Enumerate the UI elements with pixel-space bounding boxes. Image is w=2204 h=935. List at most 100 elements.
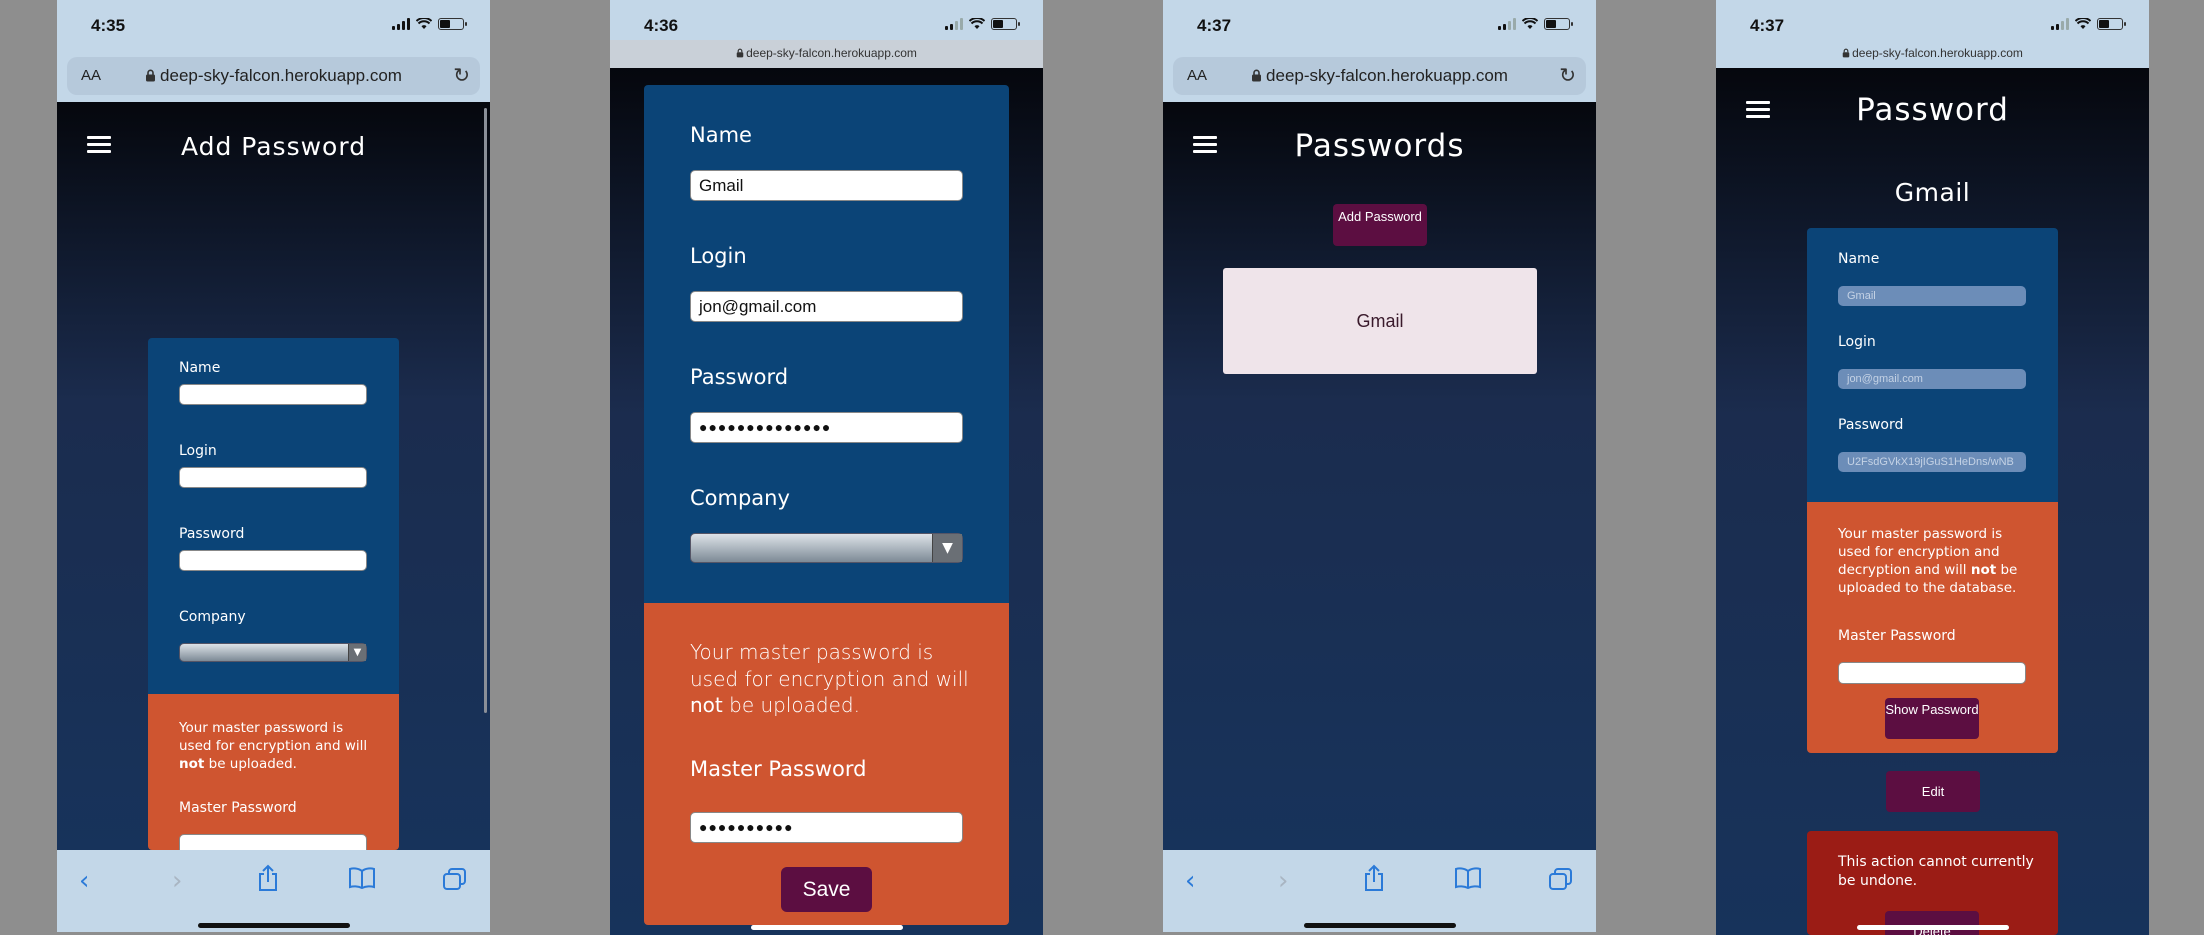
tabs-icon[interactable] — [442, 867, 467, 891]
login-label: Login — [179, 443, 217, 459]
app-view: Name Gmail Login jon@gmail.com Password … — [610, 68, 1043, 935]
app-view: Password Gmail Name Gmail Login jon@gmai… — [1716, 68, 2149, 935]
password-input[interactable]: ●●●●●●●●●●●●●● — [690, 412, 963, 443]
share-icon[interactable] — [257, 864, 279, 892]
master-password-label: Master Password — [179, 800, 297, 816]
reload-icon[interactable]: ↻ — [1559, 63, 1576, 88]
battery-icon — [1544, 18, 1573, 30]
browser-toolbar: ‹ › — [57, 850, 490, 932]
password-input[interactable]: U2FsdGVkX19jIGuS1HeDns/wNB — [1838, 452, 2026, 472]
phone-screen-password-detail: 4:37 deep-sky-falcon.herokuapp.com Passw… — [1716, 0, 2149, 935]
name-input[interactable] — [179, 384, 367, 405]
edit-button[interactable]: Edit — [1886, 771, 1980, 812]
password-label: Password — [179, 526, 245, 542]
status-time: 4:37 — [1750, 16, 1785, 35]
page-title: Add Password — [180, 132, 367, 161]
share-icon[interactable] — [1363, 864, 1385, 892]
home-indicator — [197, 923, 350, 928]
scroll-indicator — [484, 108, 487, 713]
url-label: deep-sky-falcon.herokuapp.com — [1266, 66, 1508, 85]
name-input[interactable]: Gmail — [690, 170, 963, 201]
master-password-input[interactable] — [1838, 662, 2026, 684]
forward-icon[interactable]: › — [172, 866, 182, 896]
bookmarks-icon[interactable] — [348, 867, 376, 889]
status-time: 4:37 — [1197, 16, 1232, 35]
phone-screen-add-password-filled: 4:36 deep-sky-falcon.herokuapp.com Name … — [610, 0, 1043, 935]
page-title: Passwords — [1294, 128, 1465, 164]
cellular-signal-icon — [1498, 18, 1516, 30]
master-password-label: Master Password — [690, 757, 867, 781]
password-detail-card: Name Gmail Login jon@gmail.com Password … — [1807, 228, 2058, 753]
master-password-label: Master Password — [1838, 628, 1956, 644]
save-button[interactable]: Save — [781, 867, 872, 912]
master-password-note: Your master password is used for encrypt… — [179, 720, 368, 772]
url-label: deep-sky-falcon.herokuapp.com — [1852, 46, 2023, 60]
delete-button[interactable]: Delete — [1885, 911, 1979, 935]
status-bar: 4:37 — [1163, 0, 1596, 52]
name-label: Name — [690, 123, 752, 147]
status-bar: 4:35 — [57, 0, 490, 52]
danger-zone: This action cannot currently be undone. … — [1807, 831, 2058, 935]
add-password-form: Name Login Password Company ▼ Your maste… — [148, 338, 399, 850]
lock-icon — [146, 69, 156, 82]
add-password-button[interactable]: Add Password — [1333, 204, 1427, 246]
company-label: Company — [179, 609, 246, 625]
password-label: Password — [1838, 417, 1904, 433]
status-time: 4:36 — [644, 16, 679, 35]
master-password-note: Your master password is used for encrypt… — [690, 640, 969, 718]
battery-icon — [991, 18, 1020, 30]
address-bar-compact[interactable]: deep-sky-falcon.herokuapp.com — [610, 40, 1043, 68]
address-bar[interactable]: AA deep-sky-falcon.herokuapp.com ↻ — [67, 57, 480, 95]
phone-screen-add-password: 4:35 AA deep-sky-falcon.herokuapp.com ↻ … — [57, 0, 490, 935]
master-password-section: Your master password is used for encrypt… — [644, 603, 1009, 925]
address-bar-compact[interactable]: deep-sky-falcon.herokuapp.com — [1716, 40, 2149, 68]
lock-icon — [736, 48, 744, 58]
url-text: deep-sky-falcon.herokuapp.com — [1173, 66, 1586, 86]
status-bar: 4:37 — [1716, 0, 2149, 40]
phone-screen-passwords-list: 4:37 AA deep-sky-falcon.herokuapp.com ↻ … — [1163, 0, 1596, 935]
name-label: Name — [179, 360, 221, 376]
back-icon[interactable]: ‹ — [79, 866, 89, 896]
password-input[interactable] — [179, 550, 367, 571]
master-password-section: Your master password is used for encrypt… — [148, 694, 399, 850]
login-input[interactable]: jon@gmail.com — [690, 291, 963, 322]
show-password-button[interactable]: Show Password — [1885, 698, 1979, 739]
add-password-form: Name Gmail Login jon@gmail.com Password … — [644, 85, 1009, 925]
name-input[interactable]: Gmail — [1838, 286, 2026, 306]
url-label: deep-sky-falcon.herokuapp.com — [160, 66, 402, 85]
status-time: 4:35 — [91, 16, 126, 35]
app-view: Passwords Add Password Gmail — [1163, 102, 1596, 850]
back-icon[interactable]: ‹ — [1185, 866, 1195, 896]
lock-icon — [1842, 48, 1850, 58]
tabs-icon[interactable] — [1548, 867, 1573, 891]
dropdown-arrow-icon: ▼ — [932, 534, 962, 562]
login-input[interactable]: jon@gmail.com — [1838, 369, 2026, 389]
battery-icon — [2097, 18, 2126, 30]
master-password-input[interactable] — [179, 834, 367, 850]
master-password-input[interactable]: ●●●●●●●●●● — [690, 812, 963, 843]
company-select[interactable]: ▼ — [179, 643, 367, 662]
browser-toolbar: ‹ › — [1163, 850, 1596, 932]
company-label: Company — [690, 486, 790, 510]
wifi-icon — [2075, 18, 2091, 29]
app-view: Add Password Name Login Password Company… — [57, 102, 490, 850]
status-bar: 4:36 — [610, 0, 1043, 40]
bookmarks-icon[interactable] — [1454, 867, 1482, 889]
login-label: Login — [690, 244, 747, 268]
login-input[interactable] — [179, 467, 367, 488]
cellular-signal-icon — [2051, 18, 2069, 30]
name-label: Name — [1838, 251, 1880, 267]
company-select[interactable]: ▼ — [690, 533, 963, 563]
cellular-signal-icon — [945, 18, 963, 30]
home-indicator — [1303, 923, 1456, 928]
forward-icon[interactable]: › — [1278, 866, 1288, 896]
address-bar[interactable]: AA deep-sky-falcon.herokuapp.com ↻ — [1173, 57, 1586, 95]
reload-icon[interactable]: ↻ — [453, 63, 470, 88]
battery-icon — [438, 18, 467, 30]
password-label: Password — [690, 365, 789, 389]
home-indicator — [750, 925, 903, 930]
entry-title: Gmail — [1894, 178, 1971, 207]
dropdown-arrow-icon: ▼ — [348, 644, 366, 661]
password-list-item[interactable]: Gmail — [1223, 268, 1537, 374]
home-indicator — [1856, 925, 2009, 930]
